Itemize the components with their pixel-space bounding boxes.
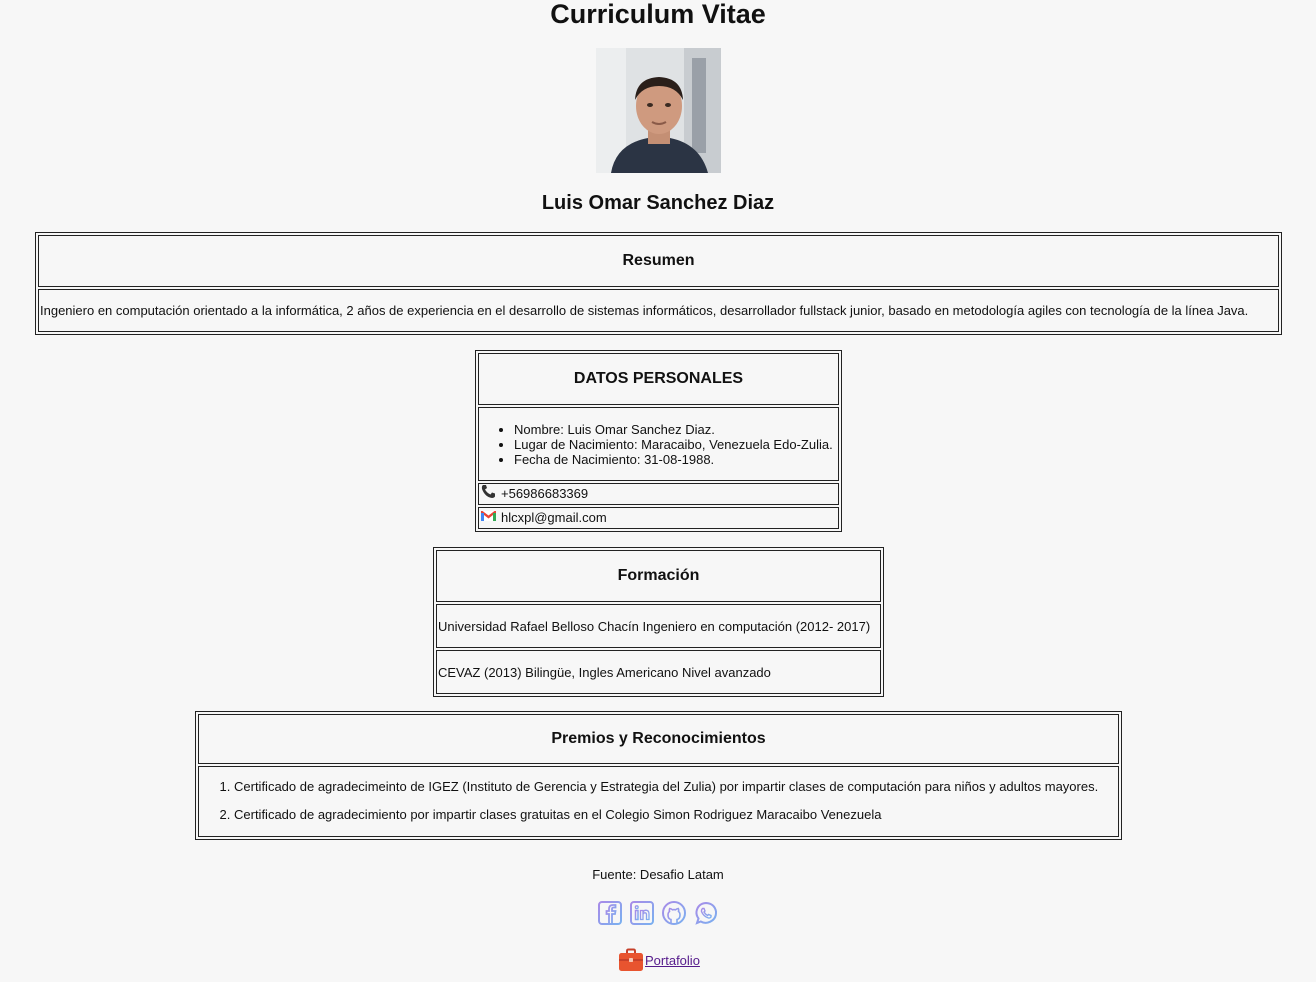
phone-cell: +56986683369 xyxy=(478,482,839,505)
email-cell: hlcxpl@gmail.com xyxy=(478,506,839,529)
whatsapp-icon[interactable] xyxy=(693,900,719,926)
person-name: Luis Omar Sanchez Diaz xyxy=(541,192,775,214)
awards-list-cell: Certificado de agradecimeinto de IGEZ (I… xyxy=(198,765,1119,837)
profile-photo xyxy=(596,48,721,173)
list-item: Certificado de agradecimiento por impart… xyxy=(234,801,1117,829)
github-icon[interactable] xyxy=(661,900,687,926)
linkedin-icon[interactable] xyxy=(629,900,655,926)
briefcase-icon xyxy=(618,948,644,972)
social-links xyxy=(597,900,719,928)
personal-data-list: Nombre: Luis Omar Sanchez Diaz. Lugar de… xyxy=(480,422,837,467)
education-row: Universidad Rafael Belloso Chacín Ingeni… xyxy=(436,604,881,648)
personal-data-list-cell: Nombre: Luis Omar Sanchez Diaz. Lugar de… xyxy=(478,407,839,481)
page-title: Curriculum Vitae xyxy=(550,0,766,29)
portfolio-link[interactable]: Portafolio xyxy=(645,953,700,968)
awards-list: Certificado de agradecimeinto de IGEZ (I… xyxy=(200,773,1117,829)
portfolio-link-wrapper: Portafolio xyxy=(618,948,700,972)
list-item: Certificado de agradecimeinto de IGEZ (I… xyxy=(234,773,1117,801)
gmail-icon xyxy=(480,508,497,523)
list-item: Nombre: Luis Omar Sanchez Diaz. xyxy=(514,422,837,437)
education-table: Formación Universidad Rafael Belloso Cha… xyxy=(433,547,884,697)
education-heading: Formación xyxy=(436,550,881,602)
phone-icon xyxy=(480,484,497,499)
personal-data-heading: DATOS PERSONALES xyxy=(478,353,839,406)
resumen-text: Ingeniero en computación orientado a la … xyxy=(38,289,1279,332)
resumen-heading: Resumen xyxy=(38,235,1279,287)
awards-table: Premios y Reconocimientos Certificado de… xyxy=(195,711,1122,840)
education-row: CEVAZ (2013) Bilingüe, Ingles Americano … xyxy=(436,650,881,694)
email-address: hlcxpl@gmail.com xyxy=(501,509,607,525)
list-item: Lugar de Nacimiento: Maracaibo, Venezuel… xyxy=(514,437,837,452)
source-note: Fuente: Desafio Latam xyxy=(592,867,724,882)
personal-data-table: DATOS PERSONALES Nombre: Luis Omar Sanch… xyxy=(475,350,842,532)
facebook-icon[interactable] xyxy=(597,900,623,926)
phone-number: +56986683369 xyxy=(501,485,589,501)
resumen-table: Resumen Ingeniero en computación orienta… xyxy=(35,232,1282,335)
list-item: Fecha de Nacimiento: 31-08-1988. xyxy=(514,452,837,467)
awards-heading: Premios y Reconocimientos xyxy=(198,714,1119,764)
